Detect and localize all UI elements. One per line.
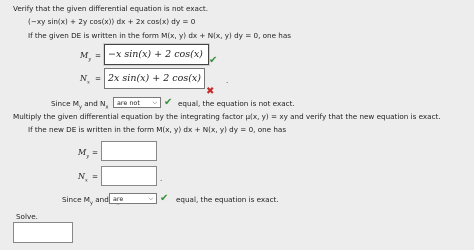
equals-sign: = (92, 172, 99, 181)
nx-label-2: Nx (78, 172, 88, 184)
nx-answer-value: 2x sin(x) + 2 cos(x) (108, 73, 201, 84)
my-answer-field-2[interactable] (101, 141, 157, 161)
equals-sign: = (95, 51, 102, 60)
my-check-icon: ✔ (209, 55, 218, 66)
chevron-down-icon: ⌵ (152, 98, 157, 106)
period-mark: . (226, 76, 229, 85)
period-mark: . (160, 174, 163, 183)
problem-prompt: Verify that the given differential equat… (13, 4, 209, 13)
dropdown-value: are (113, 194, 124, 203)
nx-label: Nx (80, 74, 90, 86)
equals-sign: = (92, 148, 99, 157)
nx-answer-field-2[interactable] (101, 166, 157, 186)
dropdown-value: are not (117, 98, 140, 107)
problem-equation: (−xy sin(x) + 2y cos(x)) dx + 2x cos(x) … (28, 17, 196, 26)
nx-cross-icon: ✖ (206, 86, 215, 97)
part1-conclusion: equal, the equation is not exact. (178, 99, 295, 108)
my-label-2: My (78, 148, 90, 160)
dropdown-check-icon: ✔ (160, 193, 169, 204)
solve-label: Solve. (16, 212, 38, 221)
dropdown-check-icon: ✔ (164, 97, 173, 108)
since-text: Since My and Nx (51, 99, 109, 111)
my-answer-field[interactable]: −x sin(x) + 2 cos(x) (104, 44, 209, 65)
part1-instruction: If the given DE is written in the form M… (28, 31, 292, 40)
part2-instruction: Multiply the given differential equation… (13, 112, 441, 121)
equals-sign: = (95, 74, 102, 83)
part2-conclusion: equal, the equation is exact. (176, 195, 279, 204)
my-answer-value: −x sin(x) + 2 cos(x) (108, 49, 203, 60)
solve-answer-field[interactable] (13, 222, 73, 243)
part2-instruction-form: If the new DE is written in the form M(x… (28, 125, 287, 134)
nx-answer-field[interactable]: 2x sin(x) + 2 cos(x) (104, 68, 205, 89)
exactness-dropdown-2[interactable]: are ⌵ (109, 193, 157, 204)
chevron-down-icon: ⌵ (148, 194, 153, 202)
exactness-dropdown-1[interactable]: are not ⌵ (113, 97, 161, 108)
my-label: My (80, 51, 92, 63)
